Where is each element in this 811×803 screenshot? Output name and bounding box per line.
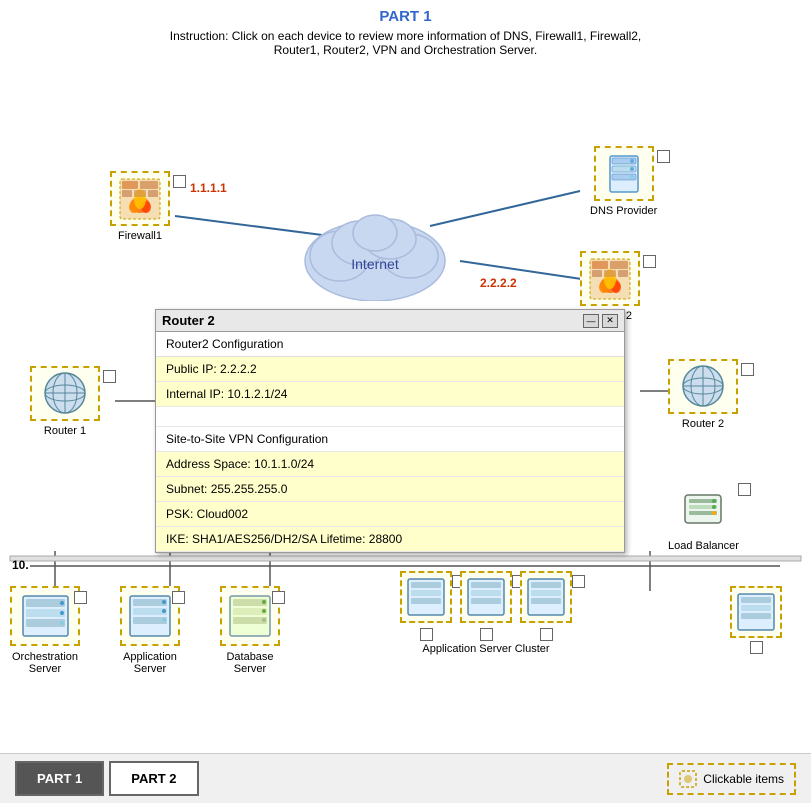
ip-label-firewall1: 1.1.1.1 xyxy=(190,181,227,195)
clickable-items-badge: Clickable items xyxy=(667,763,796,795)
router2-device[interactable]: Router 2 xyxy=(668,359,738,430)
router2-popup: Router 2 — ✕ Router2 ConfigurationPublic… xyxy=(155,309,625,553)
cluster-server3-icon[interactable] xyxy=(520,571,572,623)
dbserver-checkbox[interactable] xyxy=(272,591,285,604)
svg-text:Internet: Internet xyxy=(351,256,399,272)
dns-label: DNS Provider xyxy=(590,205,657,217)
instruction-line1: Instruction: Click on each device to rev… xyxy=(20,29,791,43)
popup-row: Subnet: 255.255.255.0 xyxy=(156,477,624,502)
part2-button[interactable]: PART 2 xyxy=(109,761,198,796)
popup-content: Router2 ConfigurationPublic IP: 2.2.2.2I… xyxy=(156,332,624,552)
dns-icon xyxy=(594,146,654,201)
part-title: PART 1 xyxy=(20,8,791,25)
firewall1-icon xyxy=(110,171,170,226)
cluster-server1-icon[interactable] xyxy=(400,571,452,623)
internet-cloud: Internet xyxy=(295,191,455,306)
popup-row: Internal IP: 10.1.2.1/24 xyxy=(156,382,624,407)
section-number: 10. xyxy=(12,558,29,572)
close-button[interactable]: ✕ xyxy=(602,314,618,328)
popup-row: Router2 Configuration xyxy=(156,332,624,357)
router1-label: Router 1 xyxy=(44,425,86,437)
cluster-checkboxes-row xyxy=(400,628,572,641)
popup-title: Router 2 xyxy=(162,313,215,328)
appserver1-device[interactable]: ApplicationServer xyxy=(120,586,180,675)
extra-server-checkbox[interactable] xyxy=(750,641,763,654)
app-cluster-icons xyxy=(400,571,572,623)
clickable-items-label: Clickable items xyxy=(703,772,784,786)
firewall1-device[interactable]: Firewall1 xyxy=(110,171,170,242)
part1-button[interactable]: PART 1 xyxy=(15,761,104,796)
bottom-bar: PART 1 PART 2 Clickable items xyxy=(0,753,811,803)
orchestration-server-device[interactable]: OrchestrationServer xyxy=(10,586,80,675)
router2-checkbox[interactable] xyxy=(741,363,754,376)
orchestration-icon xyxy=(10,586,80,646)
popup-row: Address Space: 10.1.1.0/24 xyxy=(156,452,624,477)
cluster-cb1[interactable] xyxy=(420,628,433,641)
router1-checkbox[interactable] xyxy=(103,370,116,383)
orchestration-checkbox[interactable] xyxy=(74,591,87,604)
cluster-cb3[interactable] xyxy=(540,628,553,641)
popup-row: Public IP: 2.2.2.2 xyxy=(156,357,624,382)
loadbalancer-icon xyxy=(673,481,733,536)
instruction-line2: Router1, Router2, VPN and Orchestration … xyxy=(20,43,791,57)
router2-label: Router 2 xyxy=(682,418,724,430)
extra-server-icon xyxy=(730,586,782,638)
app-cluster-group: Application Server Cluster xyxy=(400,571,572,655)
cluster-label: Application Server Cluster xyxy=(422,643,549,655)
cluster-cb2[interactable] xyxy=(480,628,493,641)
firewall2-icon xyxy=(580,251,640,306)
popup-row: IKE: SHA1/AES256/DH2/SA Lifetime: 28800 xyxy=(156,527,624,552)
loadbalancer-device[interactable]: Load Balancer xyxy=(668,481,739,552)
popup-row: PSK: Cloud002 xyxy=(156,502,624,527)
cluster-server3-checkbox[interactable] xyxy=(572,575,585,588)
appserver1-label: ApplicationServer xyxy=(123,651,177,675)
popup-row xyxy=(156,407,624,427)
firewall2-checkbox[interactable] xyxy=(643,255,656,268)
loadbalancer-checkbox[interactable] xyxy=(738,483,751,496)
dns-checkbox[interactable] xyxy=(657,150,670,163)
firewall1-label: Firewall1 xyxy=(118,230,162,242)
firewall1-checkbox[interactable] xyxy=(173,175,186,188)
dbserver-label: DatabaseServer xyxy=(226,651,273,675)
popup-controls: — ✕ xyxy=(583,314,618,328)
extra-server-device[interactable] xyxy=(730,586,782,654)
router2-icon xyxy=(668,359,738,414)
appserver1-checkbox[interactable] xyxy=(172,591,185,604)
page-header: PART 1 Instruction: Click on each device… xyxy=(0,0,811,61)
loadbalancer-label: Load Balancer xyxy=(668,540,739,552)
clickable-icon xyxy=(679,770,697,788)
router1-icon xyxy=(30,366,100,421)
cluster-server2-icon[interactable] xyxy=(460,571,512,623)
ip-label-firewall2: 2.2.2.2 xyxy=(480,276,517,290)
popup-titlebar: Router 2 — ✕ xyxy=(156,310,624,332)
dbserver-device[interactable]: DatabaseServer xyxy=(220,586,280,675)
orchestration-label: OrchestrationServer xyxy=(12,651,78,675)
diagram-area: 10. 1.1.1.1 2.2.2.2 Firewa xyxy=(0,61,811,721)
router1-device[interactable]: Router 1 xyxy=(30,366,100,437)
dns-device[interactable]: DNS Provider xyxy=(590,146,657,217)
popup-row: Site-to-Site VPN Configuration xyxy=(156,427,624,452)
minimize-button[interactable]: — xyxy=(583,314,599,328)
